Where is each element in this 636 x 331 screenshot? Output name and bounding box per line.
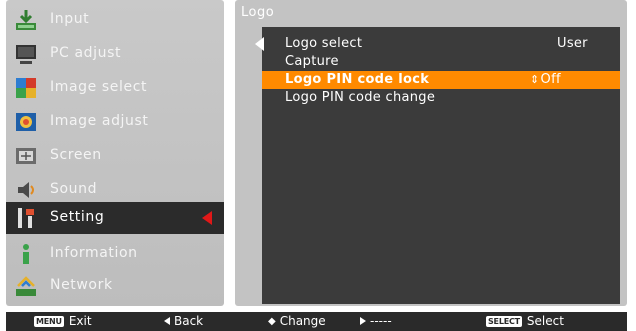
row-value: User	[557, 36, 588, 51]
image-select-icon	[14, 76, 38, 100]
submenu-row-logo-select[interactable]: Logo select User	[262, 35, 620, 53]
help-next-label: -----	[370, 314, 392, 328]
panel-title: Logo	[241, 5, 275, 20]
up-down-icon: ◆	[268, 315, 276, 327]
menu-item-label: Setting	[50, 209, 105, 225]
row-label: Logo select	[285, 36, 363, 51]
help-back-label: Back	[174, 314, 204, 328]
submenu-list: Logo select User Capture Logo PIN code l…	[262, 27, 620, 304]
network-icon	[14, 274, 38, 298]
menu-item-pc-adjust[interactable]: PC adjust	[6, 38, 224, 70]
selected-arrow-icon	[202, 211, 212, 225]
row-value: Off	[540, 72, 561, 87]
help-select[interactable]: SELECT Select	[486, 314, 564, 328]
menu-key-icon: MENU	[34, 315, 64, 327]
input-icon	[14, 8, 38, 32]
menu-item-label: Image select	[50, 79, 148, 95]
menu-item-label: PC adjust	[50, 45, 122, 61]
submenu-row-logo-pin-code-change[interactable]: Logo PIN code change	[262, 89, 620, 107]
left-arrow-icon	[164, 317, 170, 325]
menu-item-input[interactable]: Input	[6, 4, 224, 36]
menu-item-screen[interactable]: Screen	[6, 140, 224, 172]
menu-item-image-select[interactable]: Image select	[6, 72, 224, 104]
row-label: Logo PIN code change	[285, 90, 436, 105]
help-exit-label: Exit	[68, 314, 92, 328]
image-adjust-icon	[14, 110, 38, 134]
select-key-icon: SELECT	[486, 315, 522, 327]
help-change[interactable]: ◆ Change	[268, 314, 326, 328]
sound-icon	[14, 178, 38, 202]
information-icon	[14, 242, 38, 266]
help-change-label: Change	[279, 314, 326, 328]
right-arrow-icon	[360, 317, 366, 325]
screen-icon	[14, 144, 38, 168]
help-next: -----	[360, 314, 392, 328]
projector-osd-menu: Input PC adjust Image select Image adjus…	[0, 0, 636, 331]
menu-item-label: Sound	[50, 181, 98, 197]
submenu-panel: Logo Logo select User Capture Logo PIN c…	[235, 0, 627, 306]
submenu-row-logo-pin-code-lock[interactable]: Logo PIN code lock ⇕Off	[262, 71, 620, 89]
row-label: Logo PIN code lock	[285, 72, 430, 87]
menu-item-image-adjust[interactable]: Image adjust	[6, 106, 224, 138]
help-bar: MENU Exit Back ◆ Change ----- SELECT Sel…	[6, 312, 627, 331]
menu-item-label: Screen	[50, 147, 102, 163]
menu-item-network[interactable]: Network	[6, 270, 224, 302]
submenu-pointer-icon	[255, 37, 264, 51]
help-back[interactable]: Back	[164, 314, 203, 328]
help-select-label: Select	[526, 314, 564, 328]
menu-item-label: Image adjust	[50, 113, 149, 129]
menu-item-label: Network	[50, 277, 113, 293]
menu-item-information[interactable]: Information	[6, 238, 224, 270]
menu-item-label: Information	[50, 245, 138, 261]
submenu-row-capture[interactable]: Capture	[262, 53, 620, 71]
main-menu: Input PC adjust Image select Image adjus…	[6, 0, 224, 306]
menu-item-setting[interactable]: Setting	[6, 202, 224, 234]
row-label: Capture	[285, 54, 339, 69]
menu-item-label: Input	[50, 11, 90, 27]
pc-adjust-icon	[14, 42, 38, 66]
up-down-icon: ⇕	[530, 73, 540, 86]
row-value-stepper[interactable]: ⇕Off	[530, 72, 561, 87]
help-exit[interactable]: MENU Exit	[34, 314, 92, 328]
setting-icon	[14, 206, 38, 230]
